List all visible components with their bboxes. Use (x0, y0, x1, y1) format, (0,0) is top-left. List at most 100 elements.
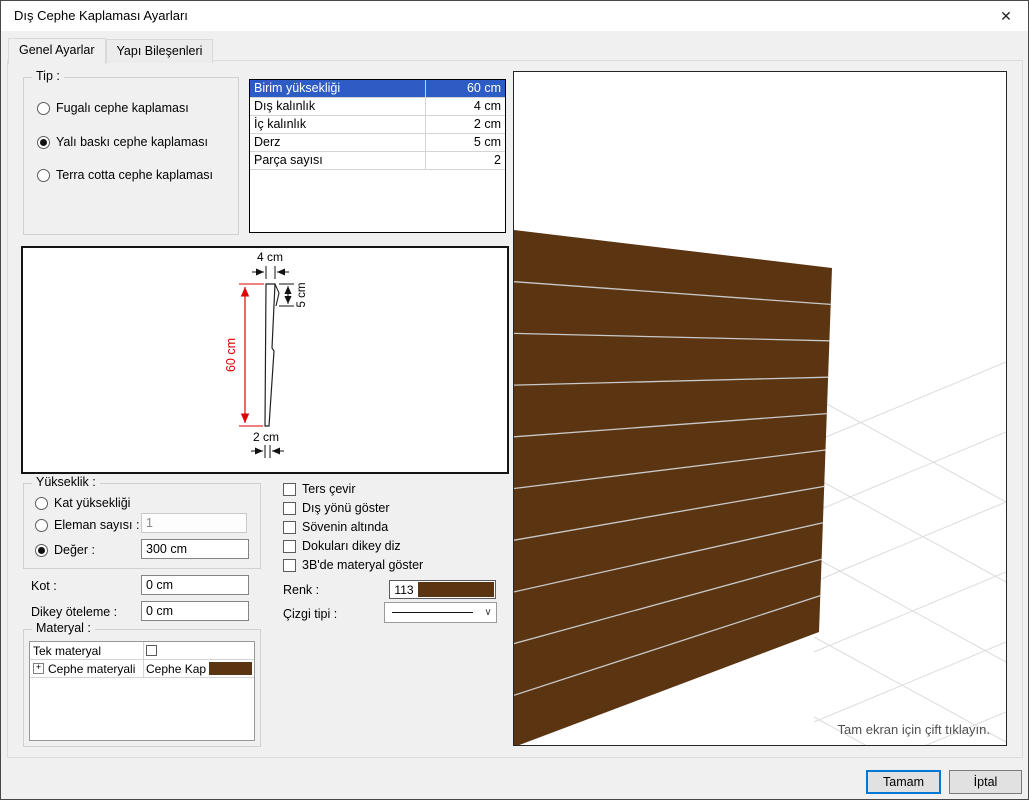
dim-bottom-label: 2 cm (253, 430, 279, 444)
param-label: Derz (250, 134, 426, 151)
tek-materyal-checkbox[interactable] (146, 645, 157, 656)
param-value[interactable]: 2 (426, 152, 505, 169)
checkbox-icon[interactable] (283, 502, 296, 515)
material-row-value: Cephe Kap (144, 660, 254, 677)
checkbox-icon[interactable] (283, 483, 296, 496)
param-label: Parça sayısı (250, 152, 426, 169)
radio-terra-cotta-cephe[interactable]: Terra cotta cephe kaplaması (37, 167, 213, 183)
board-profile-outline (265, 284, 275, 426)
checkbox-3b-materyal-goster[interactable]: 3B'de materyal göster (283, 557, 423, 573)
tamam-button[interactable]: Tamam (866, 770, 941, 794)
checkbox-icon[interactable] (283, 559, 296, 572)
table-row-dis-kalinlik[interactable]: Dış kalınlık 4 cm (250, 98, 505, 116)
profile-drawing: 4 cm 5 cm 60 cm 2 cm (23, 248, 505, 470)
tab-yapi-bilesenleri[interactable]: Yapı Bileşenleri (106, 39, 214, 63)
dikey-oteleme-label: Dikey öteleme : (31, 604, 117, 620)
param-label: Birim yüksekliği (250, 80, 426, 97)
parameters-table: Birim yüksekliği 60 cm Dış kalınlık 4 cm… (249, 79, 506, 233)
preview-render (514, 72, 1006, 745)
radio-label: Terra cotta cephe kaplaması (56, 168, 213, 182)
param-value[interactable]: 60 cm (426, 80, 505, 97)
material-row-label-wrap: + Cephe materyali (30, 660, 144, 677)
dim-top-label: 4 cm (257, 250, 283, 264)
material-value-text: Cephe Kap (146, 662, 206, 676)
material-group-label: Materyal : (32, 621, 95, 635)
kot-label: Kot : (31, 578, 57, 594)
radio-icon[interactable] (35, 497, 48, 510)
param-label: Dış kalınlık (250, 98, 426, 115)
dikey-oteleme-input[interactable] (141, 601, 249, 621)
color-picker-control[interactable]: 113 (389, 580, 496, 599)
radio-yali-baski-cephe[interactable]: Yalı baskı cephe kaplaması (37, 134, 208, 150)
checkbox-dis-yonu-goster[interactable]: Dış yönü göster (283, 500, 390, 516)
radio-label: Eleman sayısı : (54, 518, 139, 532)
line-type-sample (392, 612, 473, 613)
dialog-title: Dış Cephe Kaplaması Ayarları (14, 1, 188, 31)
checkbox-icon[interactable] (283, 521, 296, 534)
siding-wall (514, 230, 832, 745)
radio-icon[interactable] (35, 519, 48, 532)
material-row-cephe-materyali[interactable]: + Cephe materyali Cephe Kap (30, 660, 254, 678)
title-bar: Dış Cephe Kaplaması Ayarları ✕ (1, 1, 1028, 31)
eleman-sayisi-input[interactable] (141, 513, 247, 533)
board-lap-edge (275, 284, 279, 306)
radio-icon[interactable] (37, 102, 50, 115)
floor-grid (814, 362, 1006, 745)
checkbox-label: Dış yönü göster (302, 501, 390, 515)
checkbox-icon[interactable] (283, 540, 296, 553)
expand-icon[interactable]: + (33, 663, 44, 674)
tip-group-label: Tip : (32, 69, 64, 83)
radio-eleman-sayisi[interactable]: Eleman sayısı : (35, 517, 139, 533)
color-index-value: 113 (390, 583, 418, 597)
radio-label: Yalı baskı cephe kaplaması (56, 135, 208, 149)
cizgi-tipi-label: Çizgi tipi : (283, 606, 337, 622)
color-swatch[interactable] (418, 582, 494, 597)
dialog-window: Dış Cephe Kaplaması Ayarları ✕ Genel Aya… (0, 0, 1029, 800)
radio-deger[interactable]: Değer : (35, 542, 95, 558)
radio-label: Kat yüksekliği (54, 496, 130, 510)
dim-lap-label: 5 cm (296, 283, 308, 308)
material-color-swatch[interactable] (209, 662, 252, 675)
table-row-ic-kalinlik[interactable]: İç kalınlık 2 cm (250, 116, 505, 134)
material-table: Tek materyal + Cephe materyali Cephe Kap (29, 641, 255, 741)
close-icon[interactable]: ✕ (984, 1, 1028, 31)
height-group-label: Yükseklik : (32, 475, 100, 489)
checkbox-label: Dokuları dikey diz (302, 539, 401, 553)
checkbox-sovenin-altinda[interactable]: Sövenin altında (283, 519, 388, 535)
checkbox-ters-cevir[interactable]: Ters çevir (283, 481, 355, 497)
radio-kat-yuksekligi[interactable]: Kat yüksekliği (35, 495, 130, 511)
radio-fugali-cephe[interactable]: Fugalı cephe kaplaması (37, 100, 189, 116)
deger-input[interactable] (141, 539, 249, 559)
3d-preview-panel[interactable]: Tam ekran için çift tıklayın. (513, 71, 1007, 746)
radio-icon[interactable] (37, 136, 50, 149)
material-row-value (144, 642, 254, 659)
radio-icon[interactable] (35, 544, 48, 557)
param-label: İç kalınlık (250, 116, 426, 133)
checkbox-dokulari-dikey-diz[interactable]: Dokuları dikey diz (283, 538, 401, 554)
tab-strip: Genel Ayarlar Yapı Bileşenleri (8, 36, 213, 63)
table-row-birim-yuksekligi[interactable]: Birim yüksekliği 60 cm (250, 80, 505, 98)
dim-height-label: 60 cm (224, 338, 238, 372)
checkbox-label: 3B'de materyal göster (302, 558, 423, 572)
material-row-tek-materyal[interactable]: Tek materyal (30, 642, 254, 660)
table-row-parca-sayisi[interactable]: Parça sayısı 2 (250, 152, 505, 170)
kot-input[interactable] (141, 575, 249, 595)
tab-genel-ayarlar[interactable]: Genel Ayarlar (8, 38, 106, 64)
checkbox-label: Sövenin altında (302, 520, 388, 534)
radio-label: Değer : (54, 543, 95, 557)
chevron-down-icon: ∨ (480, 607, 496, 618)
param-value[interactable]: 5 cm (426, 134, 505, 151)
cross-section-diagram: 4 cm 5 cm 60 cm 2 cm (21, 246, 509, 474)
fullscreen-hint-text: Tam ekran için çift tıklayın. (838, 722, 990, 737)
iptal-button[interactable]: İptal (949, 770, 1022, 794)
param-value[interactable]: 4 cm (426, 98, 505, 115)
renk-label: Renk : (283, 582, 319, 598)
radio-label: Fugalı cephe kaplaması (56, 101, 189, 115)
material-row-label: Tek materyal (30, 642, 144, 659)
table-row-derz[interactable]: Derz 5 cm (250, 134, 505, 152)
radio-icon[interactable] (37, 169, 50, 182)
param-value[interactable]: 2 cm (426, 116, 505, 133)
material-row-label: Cephe materyali (48, 662, 135, 676)
checkbox-label: Ters çevir (302, 482, 355, 496)
line-type-dropdown[interactable]: ∨ (384, 602, 497, 623)
